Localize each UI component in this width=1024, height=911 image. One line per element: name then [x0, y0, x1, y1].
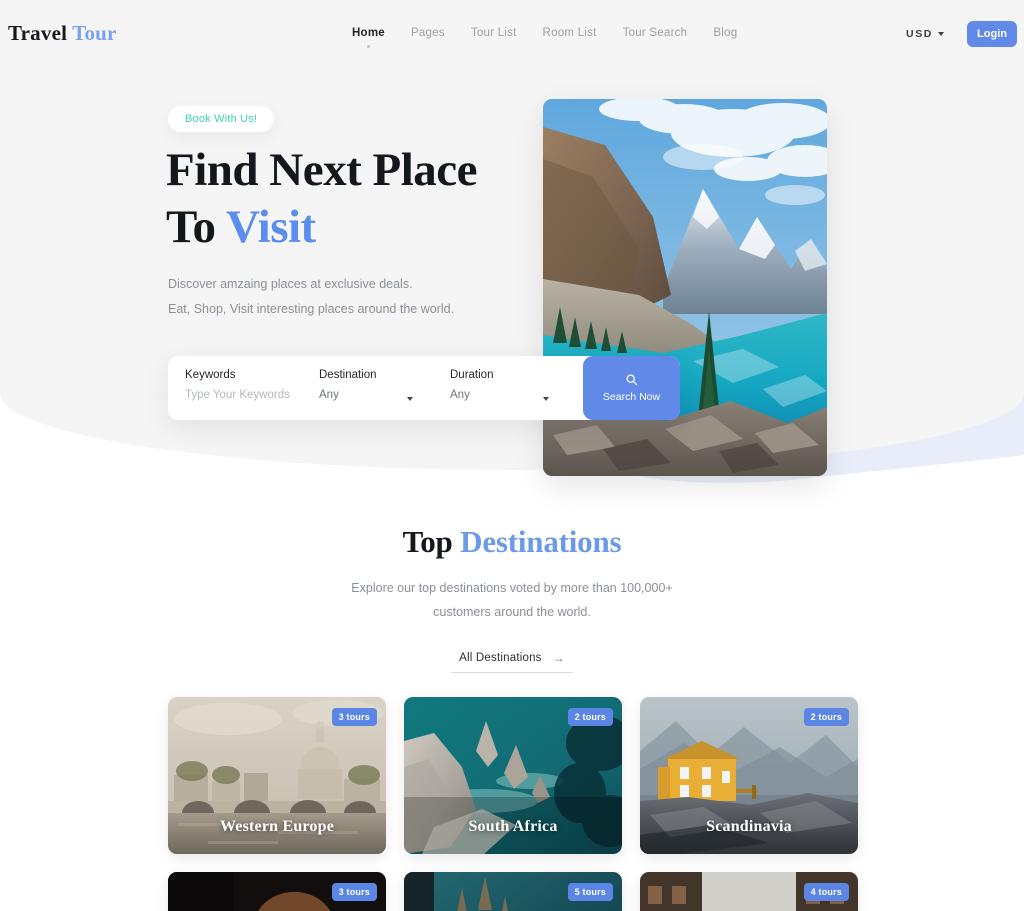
- logo[interactable]: Travel Tour: [8, 21, 117, 46]
- hero-title: Find Next Place To Visit: [166, 142, 478, 257]
- page-root: Travel Tour Home Pages Tour List Room Li…: [0, 0, 1024, 911]
- destination-card[interactable]: 3 tours Western Europe: [168, 697, 386, 854]
- card-title: Western Europe: [219, 818, 335, 835]
- keywords-input[interactable]: Type Your Keywords: [185, 389, 302, 401]
- currency-label: USD: [906, 28, 933, 40]
- search-field-duration[interactable]: Duration Any: [433, 356, 569, 420]
- nav-item-room-list[interactable]: Room List: [543, 27, 597, 48]
- card-title: Scandinavia: [706, 818, 792, 835]
- logo-primary: Travel: [8, 21, 68, 45]
- nav-item-tour-search[interactable]: Tour Search: [623, 27, 688, 48]
- chevron-down-icon: [938, 32, 944, 36]
- hero-title-accent: Visit: [225, 201, 316, 254]
- all-destinations-link-wrapper: All Destinations →: [0, 651, 1024, 673]
- all-destinations-label: All Destinations: [459, 651, 542, 664]
- hero-subtitle-line-1: Discover amzaing places at exclusive dea…: [168, 277, 413, 291]
- logo-accent: Tour: [72, 21, 117, 45]
- login-button[interactable]: Login: [967, 21, 1017, 47]
- search-now-button[interactable]: Search Now: [583, 356, 680, 420]
- card-title: South Africa: [468, 818, 558, 835]
- search-field-keywords[interactable]: Keywords Type Your Keywords: [168, 356, 302, 420]
- duration-label: Duration: [450, 369, 494, 381]
- section-subtitle-line-2: customers around the world.: [433, 605, 591, 620]
- hero-title-line-2: To Visit: [166, 199, 477, 256]
- search-now-label: Search Now: [602, 391, 661, 403]
- card-tours-badge: 2 tours: [803, 708, 849, 726]
- destination-card[interactable]: 2 tours Scandinavia: [640, 697, 858, 854]
- currency-selector[interactable]: USD: [906, 28, 944, 40]
- hero-title-line-1: Find Next Place: [166, 144, 478, 196]
- chevron-down-icon[interactable]: [543, 397, 549, 401]
- hero-subtitle: Discover amzaing places at exclusive dea…: [168, 272, 454, 322]
- search-field-destination[interactable]: Destination Any: [302, 356, 433, 420]
- destination-card-grid: 3 tours Western Europe 2 tours South Afr…: [168, 697, 858, 911]
- hero-subtitle-line-2: Eat, Shop, Visit interesting places arou…: [168, 302, 455, 316]
- card-tours-badge: 3 tours: [331, 883, 377, 901]
- site-header: Travel Tour Home Pages Tour List Room Li…: [0, 0, 1024, 68]
- section-subtitle: Explore our top destinations voted by mo…: [0, 576, 1024, 625]
- search-icon: [626, 374, 638, 386]
- destination-select-value[interactable]: Any: [319, 389, 433, 401]
- hero-badge: Book With Us!: [168, 106, 275, 132]
- destination-card[interactable]: 4 tours: [640, 872, 858, 911]
- nav-item-pages[interactable]: Pages: [411, 27, 445, 48]
- tour-search-form: Keywords Type Your Keywords Destination …: [168, 356, 680, 420]
- card-tours-badge: 5 tours: [567, 883, 613, 901]
- main-navigation: Home Pages Tour List Room List Tour Sear…: [352, 27, 737, 48]
- destination-card[interactable]: 3 tours: [168, 872, 386, 911]
- destination-label: Destination: [319, 369, 377, 381]
- destination-card[interactable]: 2 tours South Africa: [404, 697, 622, 854]
- nav-item-blog[interactable]: Blog: [713, 27, 737, 48]
- nav-item-home[interactable]: Home: [352, 27, 385, 48]
- keywords-label: Keywords: [185, 369, 236, 381]
- section-title: Top Destinations: [0, 524, 1024, 560]
- section-subtitle-line-1: Explore our top destinations voted by mo…: [351, 581, 673, 595]
- hero-section: Book With Us! Find Next Place To Visit D…: [0, 0, 1024, 500]
- card-tours-badge: 2 tours: [567, 708, 613, 726]
- card-tours-badge: 3 tours: [331, 708, 377, 726]
- nav-item-tour-list[interactable]: Tour List: [471, 27, 517, 48]
- chevron-down-icon[interactable]: [407, 397, 413, 401]
- destination-card[interactable]: 5 tours: [404, 872, 622, 911]
- top-destinations-section: Top Destinations Explore our top destina…: [0, 500, 1024, 673]
- section-title-accent: Destinations: [460, 524, 622, 559]
- hero-title-line-2-prefix: To: [166, 201, 226, 254]
- duration-select-value[interactable]: Any: [450, 389, 569, 401]
- all-destinations-link[interactable]: All Destinations →: [451, 651, 573, 673]
- section-title-prefix: Top: [402, 524, 461, 559]
- card-tours-badge: 4 tours: [803, 883, 849, 901]
- arrow-right-icon: →: [552, 650, 565, 665]
